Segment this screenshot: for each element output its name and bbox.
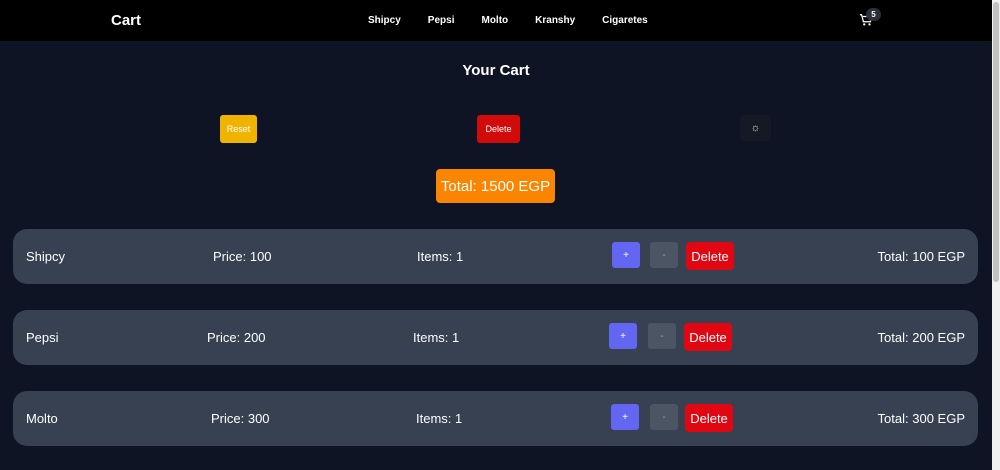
item-count: Items: 1 — [416, 411, 463, 426]
delete-all-button[interactable]: Delete — [477, 115, 520, 143]
cart-count-badge: 5 — [866, 8, 881, 21]
item-price: Price: 100 — [213, 249, 272, 264]
reset-button[interactable]: Reset — [220, 115, 257, 143]
page-title: Your Cart — [462, 62, 530, 79]
item-count: Items: 1 — [417, 249, 464, 264]
item-count: Items: 1 — [413, 330, 460, 345]
brand-title[interactable]: Cart — [111, 12, 141, 29]
nav-link-kranshy[interactable]: Kranshy — [535, 15, 575, 26]
nav-link-molto[interactable]: Molto — [481, 15, 508, 26]
increment-button[interactable]: + — [609, 323, 637, 349]
cart-item: Pepsi Price: 200 Items: 1 + - Delete Tot… — [13, 310, 978, 365]
sun-icon: ☼ — [750, 122, 761, 134]
item-total: Total: 100 EGP — [877, 249, 965, 264]
increment-button[interactable]: + — [612, 242, 640, 268]
nav-links: Shipcy Pepsi Molto Kranshy Cigaretes — [368, 15, 675, 26]
item-total: Total: 200 EGP — [877, 330, 965, 345]
decrement-button[interactable]: - — [650, 242, 678, 268]
decrement-button[interactable]: - — [650, 404, 678, 430]
nav-link-cigaretes[interactable]: Cigaretes — [602, 15, 648, 26]
delete-item-button[interactable]: Delete — [685, 404, 733, 432]
item-name: Shipcy — [26, 249, 66, 264]
item-price: Price: 300 — [211, 411, 270, 426]
item-name: Pepsi — [26, 330, 59, 345]
cart-item: Molto Price: 300 Items: 1 + - Delete Tot… — [13, 391, 978, 446]
navbar: Cart Shipcy Pepsi Molto Kranshy Cigarete… — [0, 0, 992, 41]
theme-toggle-button[interactable]: ☼ — [740, 115, 771, 141]
decrement-button[interactable]: - — [648, 323, 676, 349]
nav-link-pepsi[interactable]: Pepsi — [428, 15, 455, 26]
cart-total: Total: 1500 EGP — [436, 169, 555, 203]
scrollbar-thumb[interactable] — [993, 2, 999, 282]
nav-link-shipcy[interactable]: Shipcy — [368, 15, 401, 26]
cart-item: Shipcy Price: 100 Items: 1 + - Delete To… — [13, 229, 978, 284]
item-total: Total: 300 EGP — [877, 411, 965, 426]
delete-item-button[interactable]: Delete — [684, 323, 732, 351]
item-price: Price: 200 — [207, 330, 266, 345]
delete-item-button[interactable]: Delete — [686, 242, 734, 270]
item-name: Molto — [26, 411, 58, 426]
increment-button[interactable]: + — [611, 404, 639, 430]
